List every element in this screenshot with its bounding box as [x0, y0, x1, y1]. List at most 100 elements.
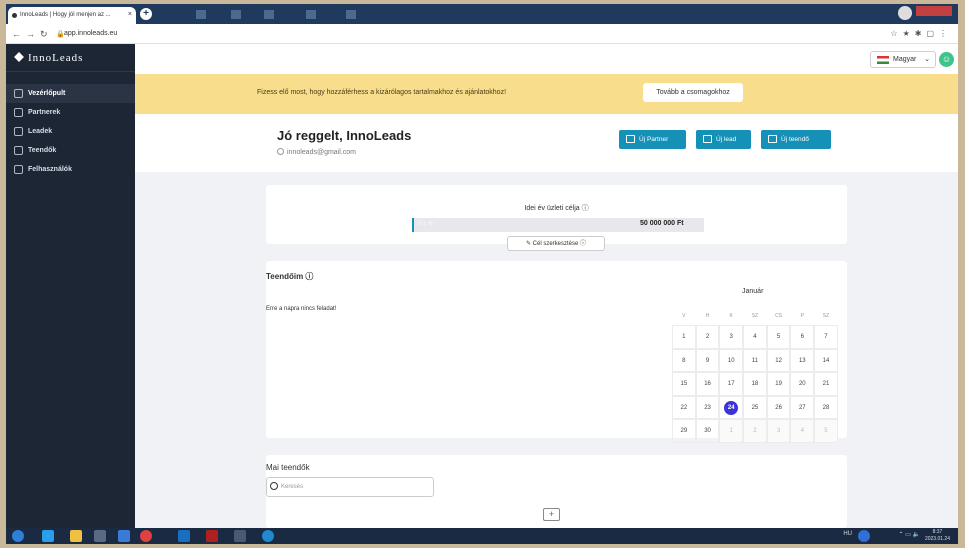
empty-tasks-text: Erre a napra nincs feladat!	[266, 306, 337, 312]
folder-add-icon[interactable]: +	[543, 508, 560, 521]
window-thumbnail-icon	[306, 10, 316, 19]
weekday-label: P	[800, 313, 804, 319]
window-thumbnail-icon	[346, 10, 356, 19]
new-tab-button[interactable]: +	[140, 8, 152, 20]
window-thumbnail-icon	[196, 10, 206, 19]
top-bar: Magyar ⌄ ☺	[135, 44, 958, 74]
new-lead-button[interactable]: Új lead	[696, 130, 751, 149]
greeting-title: Jó reggelt, InnoLeads	[277, 128, 412, 143]
calendar-day-other-month[interactable]: 1	[719, 419, 744, 443]
extension-icons[interactable]: ☆★✱▢⋮	[890, 29, 952, 38]
language-select[interactable]: Magyar ⌄	[870, 51, 936, 68]
app-icon[interactable]	[234, 530, 246, 542]
sidebar-item-label: Felhasználók	[28, 166, 72, 173]
calendar-day-other-month[interactable]: 2	[743, 419, 767, 443]
url-field[interactable]: app.innoleads.eu	[64, 30, 117, 37]
calendar-day[interactable]: 18	[743, 372, 767, 396]
app-icon[interactable]	[94, 530, 106, 542]
email-text: innoleads@gmail.com	[287, 149, 356, 156]
calendar-day[interactable]: 28	[814, 395, 838, 419]
sidebar-item-label: Vezérlőpult	[28, 90, 66, 97]
main-content: Jó reggelt, InnoLeads innoleads@gmail.co…	[135, 114, 958, 528]
button-label: Új lead	[716, 136, 737, 143]
calendar-day[interactable]: 10	[719, 348, 744, 372]
calendar-day[interactable]: 9	[695, 348, 720, 372]
calendar-day[interactable]: 15	[672, 372, 696, 396]
calendar-day[interactable]: 21	[814, 372, 838, 396]
edit-goal-button[interactable]: ✎ Cél szerkesztése ⓘ	[507, 236, 605, 251]
calendar-weekdays: V H K SZ CS P SZ	[672, 307, 838, 325]
sidebar-item-teendok[interactable]: Teendők	[6, 141, 135, 160]
help-icon[interactable]	[858, 530, 870, 542]
start-icon[interactable]	[12, 530, 24, 542]
tab-close-icon[interactable]: ×	[128, 11, 132, 18]
calendar-day-other-month[interactable]: 3	[766, 419, 791, 443]
forward-icon[interactable]: →	[26, 29, 35, 39]
browser-tab[interactable]: InnoLeads | Hogy jól menjen az ... ×	[8, 7, 136, 24]
filezilla-icon[interactable]	[206, 530, 218, 542]
calendar-day[interactable]: 13	[790, 348, 815, 372]
calendar-day[interactable]: 30	[695, 419, 720, 443]
calendar-day[interactable]: 16	[695, 372, 720, 396]
calendar-day[interactable]: 1	[672, 325, 696, 349]
calendar-day-today[interactable]: 24	[719, 395, 744, 419]
sidebar-item-leadek[interactable]: Leadek	[6, 122, 135, 141]
calendar-day[interactable]: 23	[695, 395, 720, 419]
calendar-day[interactable]: 19	[766, 372, 791, 396]
new-partner-button[interactable]: Új Partner	[619, 130, 686, 149]
calendar-day[interactable]: 7	[814, 325, 838, 349]
weekday-label: CS	[775, 313, 783, 319]
calendar-week: 8 9 10 11 12 13 14	[672, 348, 838, 372]
reload-icon[interactable]: ↻	[40, 29, 48, 40]
sidebar-item-partnerek[interactable]: Partnerek	[6, 103, 135, 122]
profile-icon[interactable]	[898, 6, 912, 20]
brand-logo[interactable]: InnoLeads	[6, 44, 135, 72]
calendar-day[interactable]: 25	[743, 395, 767, 419]
calendar-day[interactable]: 14	[814, 348, 838, 372]
calendar-day[interactable]: 6	[790, 325, 815, 349]
calendar-day[interactable]: 27	[790, 395, 815, 419]
language-label: Magyar	[893, 56, 917, 63]
user-icon	[14, 165, 23, 174]
calendar-week: 1234567	[672, 325, 838, 349]
sidebar-item-label: Leadek	[28, 128, 53, 135]
app-icon[interactable]	[262, 530, 274, 542]
window-thumbnail-icon	[231, 10, 241, 19]
user-avatar-icon[interactable]: ☺	[939, 52, 954, 67]
app-icon[interactable]	[118, 530, 130, 542]
today-tasks-title: Mai teendők	[266, 463, 310, 472]
file-explorer-icon[interactable]	[70, 530, 82, 542]
calendar-day[interactable]: 8	[672, 348, 696, 372]
new-task-button[interactable]: Új teendő	[761, 130, 831, 149]
taskbar-clock[interactable]: 8:37 2023.01.24	[925, 529, 950, 543]
edge-icon[interactable]	[42, 530, 54, 542]
calendar-day[interactable]: 29	[672, 419, 696, 443]
calendar-day[interactable]: 22	[672, 395, 696, 419]
calendar-day-other-month[interactable]: 4	[790, 419, 815, 443]
calendar-day[interactable]: 26	[766, 395, 791, 419]
windows-taskbar: HU ⌃ ▭ 🔈 8:37 2023.01.24	[6, 528, 958, 544]
calendar-day[interactable]: 2	[695, 325, 720, 349]
weekday-label: SZ	[751, 313, 759, 319]
back-icon[interactable]: ←	[12, 29, 21, 39]
calendar-day[interactable]: 3	[719, 325, 744, 349]
banner-text: Fizess elő most, hogy hozzáférhess a kiz…	[257, 89, 507, 96]
calendar-day[interactable]: 4	[743, 325, 767, 349]
calendar-day[interactable]: 11	[743, 348, 767, 372]
system-tray-icons[interactable]: ⌃ ▭ 🔈	[898, 531, 920, 538]
search-input[interactable]: Keresés	[266, 477, 434, 497]
calendar-month: Január	[742, 288, 764, 295]
outlook-icon[interactable]	[178, 530, 190, 542]
calendar-day[interactable]: 20	[790, 372, 815, 396]
calendar-day[interactable]: 12	[766, 348, 791, 372]
language-indicator[interactable]: HU	[843, 531, 852, 537]
chrome-icon[interactable]	[140, 530, 152, 542]
packages-button[interactable]: Tovább a csomagokhoz	[643, 83, 743, 102]
calendar-day[interactable]: 5	[766, 325, 791, 349]
window-close-button[interactable]	[916, 6, 952, 16]
calendar-day[interactable]: 17	[719, 372, 744, 396]
sidebar-item-vezerlopult[interactable]: Vezérlőpult	[6, 84, 135, 103]
sidebar-item-felhasznalok[interactable]: Felhasználók	[6, 160, 135, 179]
search-icon	[270, 482, 278, 490]
calendar-day-other-month[interactable]: 5	[814, 419, 838, 443]
